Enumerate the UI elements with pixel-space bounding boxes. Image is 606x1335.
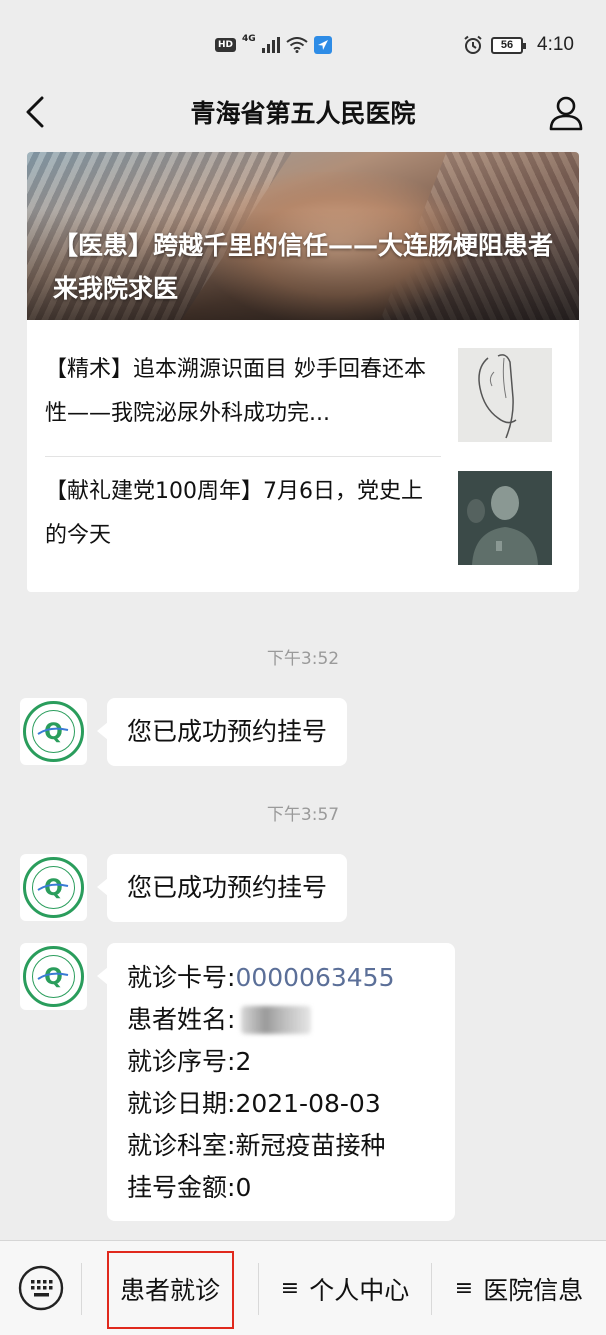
news-thumbnail-portrait [458,471,552,565]
hd-badge: HD [215,38,237,52]
avatar[interactable]: Q [20,698,87,765]
selection-highlight [107,1251,234,1329]
menu-item-hospital-info[interactable]: ≡ 医院信息 [432,1241,606,1335]
menu-item-label: 个人中心 [309,1275,410,1305]
keyboard-icon [18,1265,64,1311]
menu-lines-icon: ≡ [454,1276,474,1301]
info-row-card: 就诊卡号: 0000063455 [127,957,435,999]
alarm-clock-icon [464,35,482,54]
menu-item-label: 医院信息 [483,1275,584,1305]
patient-name-redacted [241,1006,312,1034]
hospital-logo-icon: Q [23,946,84,1007]
page-title: 青海省第五人民医院 [190,99,416,128]
title-bar: 青海省第五人民医院 [0,90,606,134]
info-row-dept: 就诊科室: 新冠疫苗接种 [127,1125,435,1167]
avatar[interactable]: Q [20,943,87,1010]
svg-text:Q: Q [44,720,63,745]
menu-item-personal-center[interactable]: ≡ 个人中心 [259,1241,431,1335]
date-value: 2021-08-03 [235,1089,381,1118]
svg-text:Q: Q [44,965,63,990]
menu-lines-icon: ≡ [280,1276,300,1301]
name-label: 患者姓名: [127,1005,236,1034]
news-item[interactable]: 【精术】追本溯源识面目 妙手回春还本性——我院泌尿外科成功完... [27,334,579,454]
news-hero[interactable]: 【医患】跨越千里的信任——大连肠梗阻患者来我院求医 [27,152,579,320]
news-item-title: 【献礼建党100周年】7月6日，党史上的今天 [45,479,423,548]
wifi-icon [286,37,308,53]
status-right: 56 4:10 [463,33,574,57]
status-indicators: HD 4G [215,33,332,57]
chat-timestamp: 下午3:52 [266,649,340,669]
card-number-link[interactable]: 0000063455 [235,957,394,999]
info-row-seq: 就诊序号: 2 [127,1041,435,1083]
status-time: 4:10 [537,34,574,55]
news-item[interactable]: 【献礼建党100周年】7月6日，党史上的今天 [27,456,579,576]
message-bubble: 您已成功预约挂号 [96,854,348,922]
location-arrow-icon [313,36,332,54]
news-card: 【医患】跨越千里的信任——大连肠梗阻患者来我院求医 【精术】追本溯源识面目 妙手… [27,152,579,592]
hospital-logo-icon: Q [23,857,84,918]
appointment-info-bubble: 就诊卡号: 0000063455 患者姓名: 就诊序号: 2 就诊日期: 202… [97,943,455,1221]
info-row-fee: 挂号金额: 0 [127,1167,435,1209]
news-hero-title: 【医患】跨越千里的信任——大连肠梗阻患者来我院求医 [53,231,554,303]
user-icon [549,96,583,131]
chat-timestamp: 下午3:57 [266,805,340,825]
status-bar: HD 4G 56 4:10 [0,0,606,90]
battery-icon: 56 [491,36,527,54]
svg-text:Q: Q [44,876,63,901]
profile-button[interactable] [546,92,586,132]
hospital-logo-icon: Q [23,701,84,762]
card-label: 就诊卡号: [127,963,236,992]
fee-value: 0 [235,1173,252,1202]
date-label: 就诊日期: [127,1089,236,1118]
news-thumbnail-urology [458,348,552,442]
fee-label: 挂号金额: [127,1173,236,1202]
keyboard-toggle-button[interactable] [18,1265,64,1311]
seq-value: 2 [235,1047,252,1076]
bottom-menu-bar: 患者就诊 ≡ 个人中心 ≡ 医院信息 [0,1240,606,1335]
signal-icon [261,37,280,53]
info-row-name: 患者姓名: [127,999,435,1041]
message-bubble: 您已成功预约挂号 [96,698,348,766]
dept-value: 新冠疫苗接种 [235,1131,386,1160]
avatar[interactable]: Q [20,854,87,921]
seq-label: 就诊序号: [127,1047,236,1076]
network-type: 4G [242,34,256,44]
news-item-title: 【精术】追本溯源识面目 妙手回春还本性——我院泌尿外科成功完... [45,357,426,426]
dept-label: 就诊科室: [127,1131,236,1160]
info-row-date: 就诊日期: 2021-08-03 [127,1083,435,1125]
